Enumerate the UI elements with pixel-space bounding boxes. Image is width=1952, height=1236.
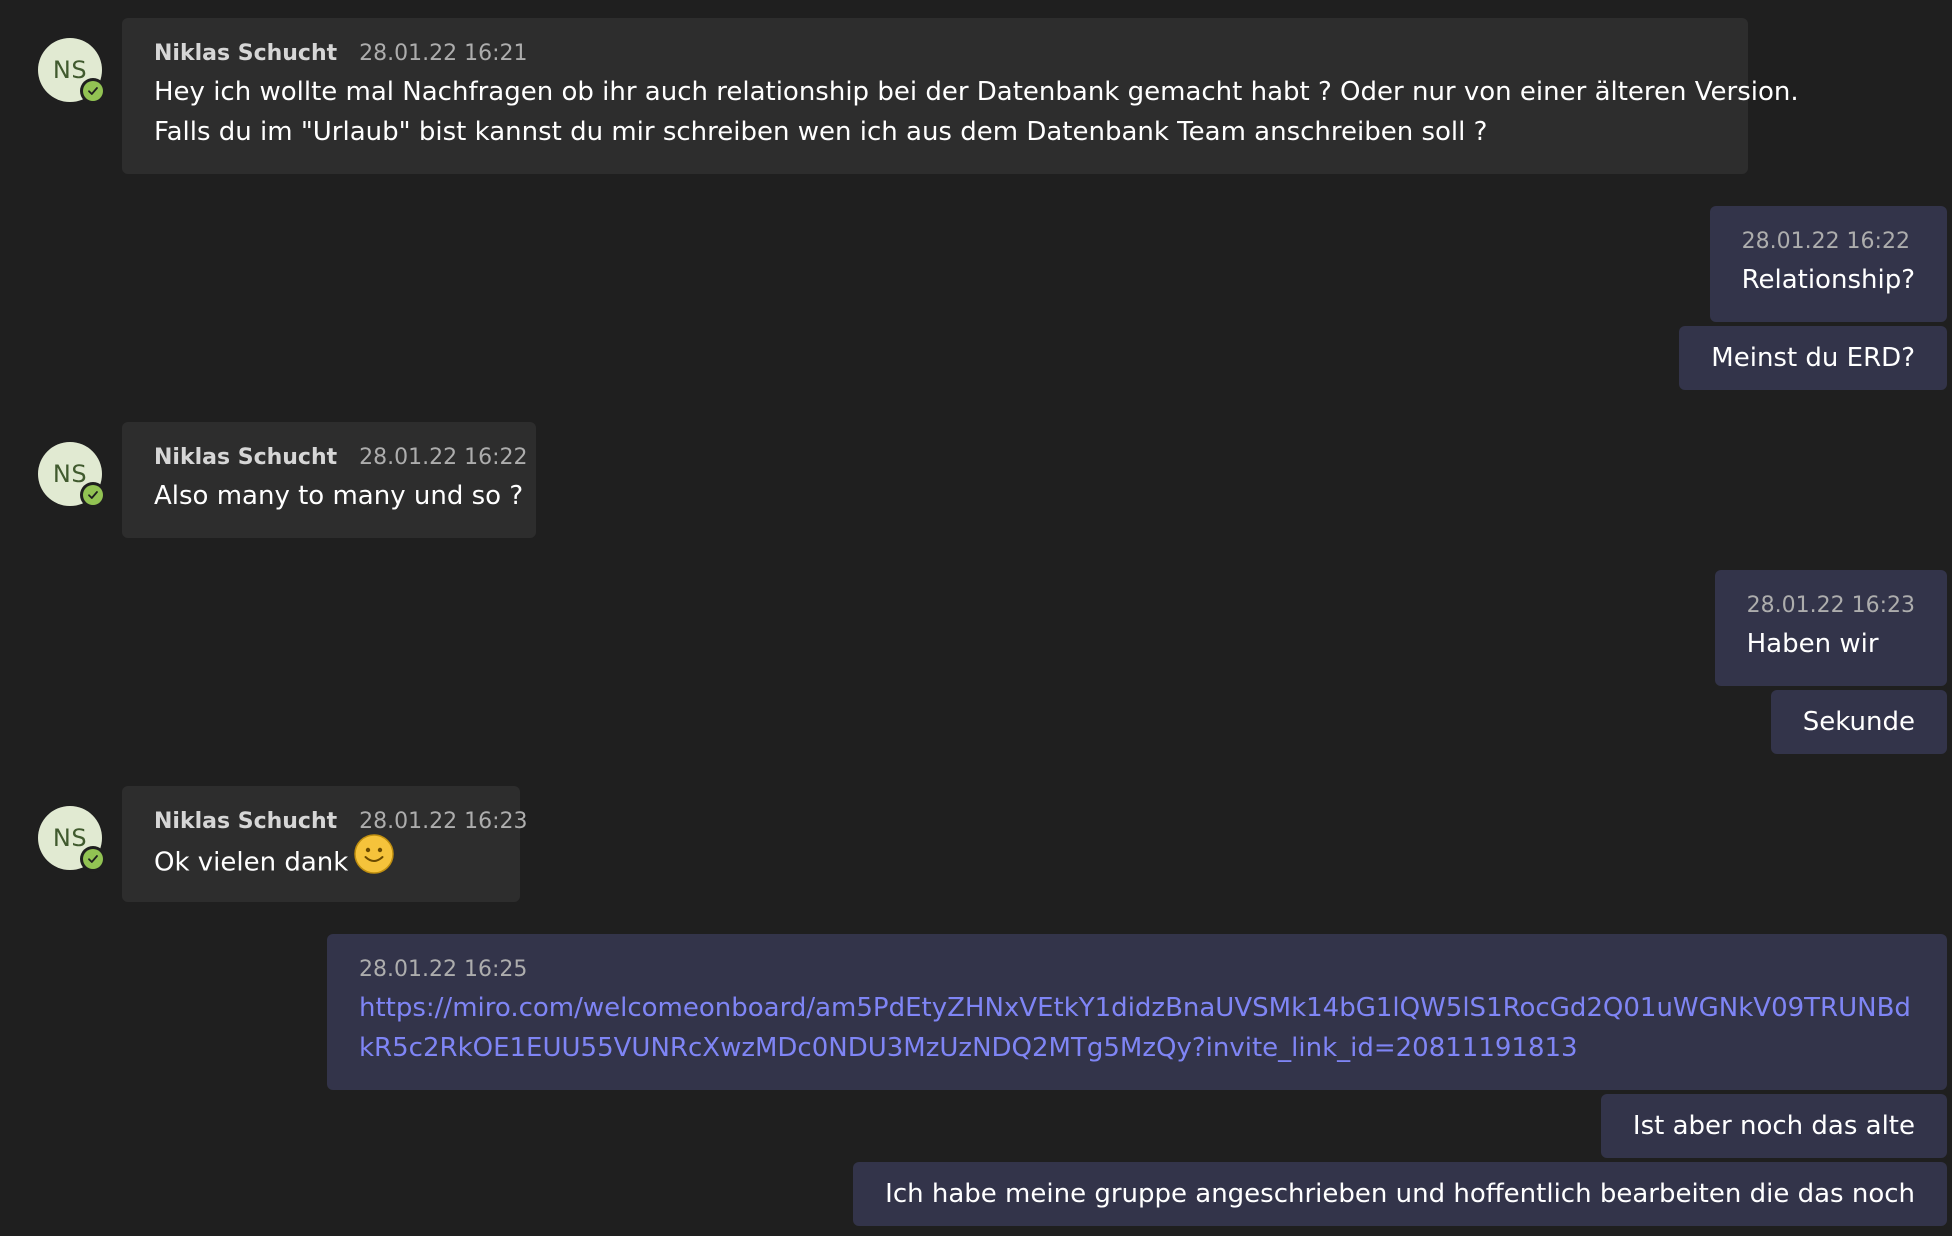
sender-avatar[interactable]: NS xyxy=(38,806,106,872)
message-bubble[interactable]: 28.01.22 16:23 Haben wir xyxy=(1714,570,1947,686)
message-text: Meinst du ERD? xyxy=(1711,343,1915,373)
message-text: Ok vielen dank xyxy=(154,847,349,878)
message-bubble[interactable]: Ich habe meine gruppe angeschrieben und … xyxy=(853,1162,1947,1226)
presence-badge xyxy=(80,846,106,872)
available-check-icon xyxy=(83,81,103,101)
message-timestamp: 28.01.22 16:25 xyxy=(359,957,528,982)
message-bubble[interactable]: Ist aber noch das alte xyxy=(1600,1094,1947,1158)
avatar-initials: NS xyxy=(52,460,88,488)
message-bubble[interactable]: Sekunde xyxy=(1770,690,1947,754)
message-timestamp: 28.01.22 16:22 xyxy=(359,445,528,470)
sender-name[interactable]: Niklas Schucht xyxy=(154,445,337,470)
message-bubble[interactable]: 28.01.22 16:25 https://miro.com/welcomeo… xyxy=(327,934,1947,1090)
available-check-icon xyxy=(83,485,103,505)
presence-badge xyxy=(80,482,106,508)
message-bubble[interactable]: Niklas Schucht 28.01.22 16:23 Ok vielen d… xyxy=(122,786,528,902)
message-text-line: Hey ich wollte mal Nachfragen ob ihr auc… xyxy=(154,77,1799,107)
message-text-row: Ok vielen dank xyxy=(154,834,488,886)
invite-link[interactable]: https://miro.com/welcomeonboard/am5PdEty… xyxy=(359,988,1915,1068)
sender-avatar[interactable]: NS xyxy=(38,38,106,104)
message-bubble[interactable]: Niklas Schucht 28.01.22 16:21 Hey ich wol… xyxy=(122,18,1799,174)
sender-name[interactable]: Niklas Schucht xyxy=(154,41,337,66)
message-text: Haben wir xyxy=(1746,629,1879,659)
message-text: Sekunde xyxy=(1802,707,1915,737)
message-timestamp: 28.01.22 16:23 xyxy=(1746,593,1915,618)
message-bubble[interactable]: 28.01.22 16:22 Relationship? xyxy=(1709,206,1947,322)
avatar-initials: NS xyxy=(52,56,88,84)
message-bubble[interactable]: Meinst du ERD? xyxy=(1679,326,1947,390)
message-text: Ich habe meine gruppe angeschrieben und … xyxy=(885,1179,1915,1209)
smiley-emoji xyxy=(354,834,395,886)
message-timestamp: 28.01.22 16:21 xyxy=(359,41,528,66)
message-timestamp: 28.01.22 16:22 xyxy=(1741,229,1910,254)
presence-badge xyxy=(80,78,106,104)
message-timestamp: 28.01.22 16:23 xyxy=(359,809,528,834)
sender-name[interactable]: Niklas Schucht xyxy=(154,809,337,834)
available-check-icon xyxy=(83,849,103,869)
message-text: Ist aber noch das alte xyxy=(1632,1111,1915,1141)
message-text: Also many to many und so ? xyxy=(154,481,524,511)
message-bubble[interactable]: Niklas Schucht 28.01.22 16:22 Also many t… xyxy=(122,422,536,538)
message-text-line: Falls du im "Urlaub" bist kannst du mir … xyxy=(154,117,1488,147)
sender-avatar[interactable]: NS xyxy=(38,442,106,508)
message-meta: Niklas Schucht 28.01.22 16:22 xyxy=(154,440,528,476)
message-meta: Niklas Schucht 28.01.22 16:21 xyxy=(154,36,1716,72)
message-meta: Niklas Schucht 28.01.22 16:23 xyxy=(154,804,528,840)
avatar-initials: NS xyxy=(52,824,88,852)
message-text: Relationship? xyxy=(1741,265,1915,295)
